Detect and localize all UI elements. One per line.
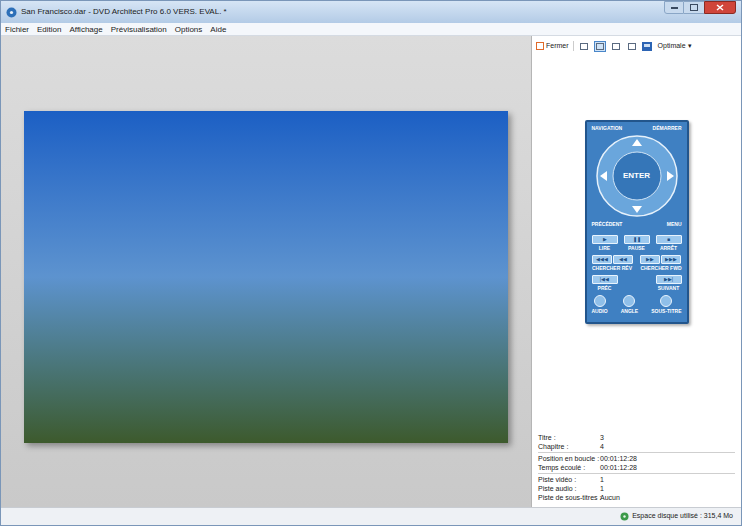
menu-item[interactable]: Prévisualisation [111,24,167,35]
info-group: Titre :3Chapitre :4 [538,432,735,452]
info-group: Piste vidéo :1Piste audio :1Piste de sou… [538,473,735,503]
window-title: San Francisco.dar - DVD Architect Pro 6.… [21,6,660,18]
menu-item[interactable]: Affichage [69,24,102,35]
info-row: Titre :3 [538,433,735,442]
search-button[interactable]: ◀◀◀ [592,255,612,264]
menu-item[interactable]: Edition [37,24,61,35]
preview-frame [24,111,508,443]
status-bar: Espace disque utilisé : 315,4 Mo [1,507,741,525]
search-button[interactable]: ◀◀ [613,255,633,264]
search-row: ◀◀◀◀◀CHERCHER RÉV ▶▶▶▶▶CHERCHER FWD [592,255,682,271]
remote-control: NAVIGATION DÉMARRER ENTER PRÉCÉDENT MENU ▶LIR… [585,120,689,324]
search-button-label: CHERCHER FWD [640,265,681,271]
info-group: Position en boucle :00:01:12:28Temps éco… [538,452,735,473]
maximize-icon [690,4,698,11]
round-button[interactable]: ANGLE [621,295,639,314]
close-icon [716,4,724,11]
search-button-group: ▶▶▶▶▶CHERCHER FWD [640,255,681,271]
transport-row: ▶LIRE ❚❚PAUSE ■ARRÊT [592,235,682,251]
transport-button[interactable]: ▶LIRE [592,235,618,251]
remote-corner-label: PRÉCÉDENT [592,221,623,227]
main-area: Fermer Optimale▾ NAVIGATION DÉMARRER ENTER PR… [1,36,741,507]
search-button-group: ◀◀◀◀◀CHERCHER RÉV [592,255,633,271]
menu-bar: Fichier Edition Affichage Prévisualisation O… [1,23,741,36]
view-mode-button[interactable] [594,41,606,52]
info-row: Chapitre :4 [538,442,735,451]
remote-corner-label: DÉMARRER [653,125,682,131]
color-icon[interactable] [642,42,652,51]
remote-corner-label: MENU [667,221,682,227]
remote-corner-label: NAVIGATION [592,125,623,131]
close-button[interactable] [704,1,736,14]
app-window: San Francisco.dar - DVD Architect Pro 6.… [0,0,742,526]
skip-button[interactable]: ▶▶|SUIVANT [656,275,682,291]
view-mode-button[interactable] [626,41,638,52]
skip-button[interactable]: |◀◀PRÉC [592,275,618,291]
view-mode-icon [580,43,588,50]
search-button[interactable]: ▶▶ [640,255,660,264]
preview-toolbar: Fermer Optimale▾ [532,36,741,56]
skip-row: |◀◀PRÉC ▶▶|SUIVANT [592,275,682,291]
menu-item[interactable]: Options [175,24,203,35]
enter-button-label: ENTER [623,170,650,182]
info-row: Piste de sous-titres :Aucun [538,493,735,502]
preview-side-panel: Fermer Optimale▾ NAVIGATION DÉMARRER ENTER PR… [531,36,741,507]
status-text: Espace disque utilisé : 315,4 Mo [632,511,733,522]
close-preview-icon [536,42,544,50]
playback-info: Titre :3Chapitre :4Position en boucle :0… [532,432,741,507]
remote-button-label: PRÉC [598,285,612,291]
preview-area [1,36,531,507]
view-mode-icon [596,43,604,50]
maximize-button[interactable] [684,1,704,14]
info-row: Position en boucle :00:01:12:28 [538,454,735,463]
title-bar: San Francisco.dar - DVD Architect Pro 6.… [1,1,741,23]
remote-button-label: SUIVANT [658,285,680,291]
disk-icon [620,512,629,521]
menu-item[interactable]: Aide [210,24,226,35]
view-mode-icon [612,43,620,50]
info-row: Piste audio :1 [538,484,735,493]
round-button[interactable]: AUDIO [592,295,608,314]
view-mode-button[interactable] [610,41,622,52]
minimize-button[interactable] [664,1,684,14]
minimize-icon [671,6,678,9]
transport-button[interactable]: ■ARRÊT [656,235,682,251]
remote-button-label: PAUSE [628,245,645,251]
round-button[interactable]: SOUS-TITRE [651,295,681,314]
transport-button[interactable]: ❚❚PAUSE [624,235,650,251]
remote-button-label: ARRÊT [660,245,677,251]
search-button-label: CHERCHER RÉV [592,265,632,271]
remote-dpad[interactable]: ENTER [596,135,678,217]
remote-button-label: LIRE [599,245,610,251]
app-icon [6,7,17,18]
close-preview-button[interactable]: Fermer [536,41,569,52]
menu-item[interactable]: Fichier [5,24,29,35]
remote-area: NAVIGATION DÉMARRER ENTER PRÉCÉDENT MENU ▶LIR… [532,56,741,432]
zoom-dropdown[interactable]: Optimale▾ [658,41,692,52]
round-button-row: AUDIO ANGLE SOUS-TITRE [592,295,682,314]
info-row: Temps écoulé :00:01:12:28 [538,463,735,472]
view-mode-icon [628,43,636,50]
search-button[interactable]: ▶▶▶ [661,255,681,264]
view-mode-button[interactable] [578,41,590,52]
info-row: Piste vidéo :1 [538,475,735,484]
